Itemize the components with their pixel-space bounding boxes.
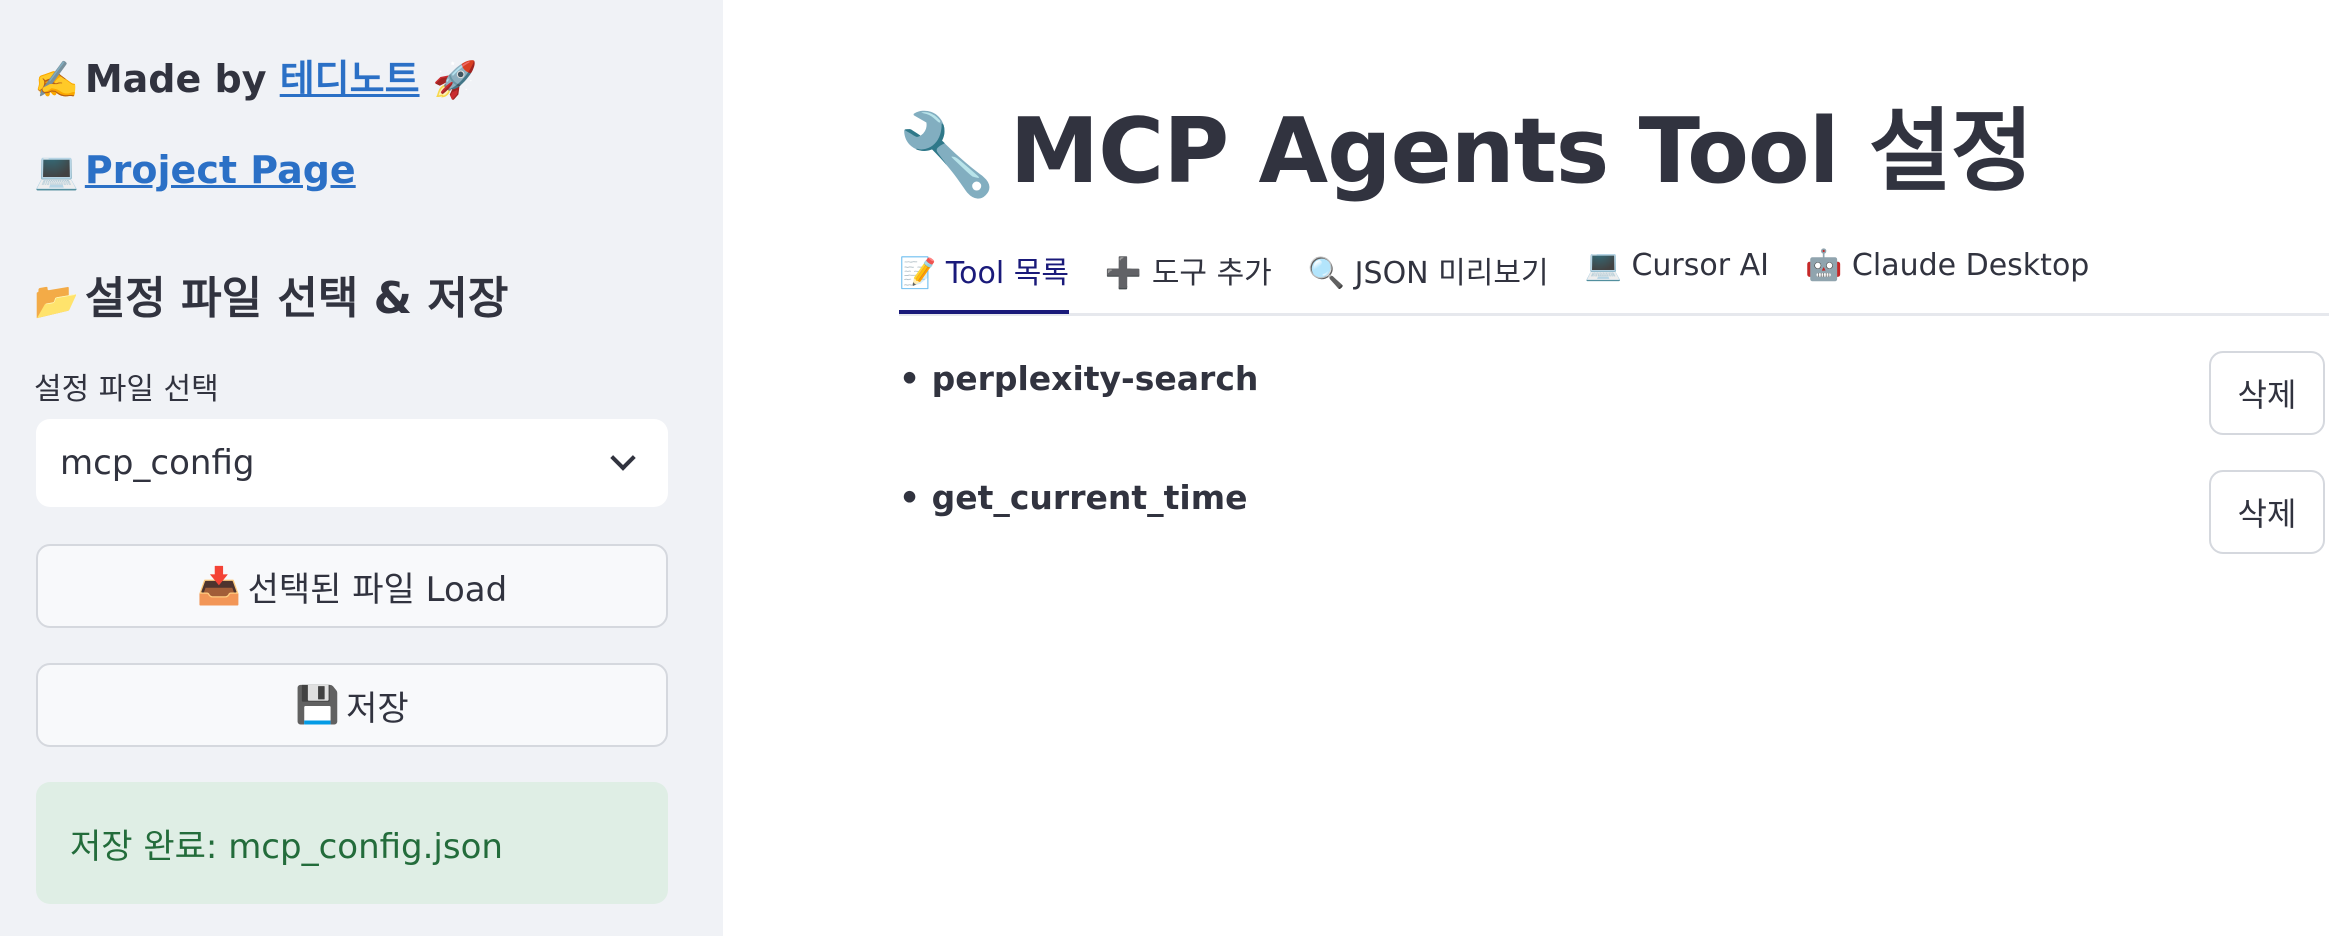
load-button-label: 선택된 파일 Load bbox=[247, 569, 508, 610]
tab-label: Claude Desktop bbox=[1851, 248, 2090, 283]
robot-icon: 🤖 bbox=[1805, 248, 1843, 283]
page-title-text: MCP Agents Tool 설정 bbox=[1009, 99, 2034, 204]
tool-row: • get_current_time 삭제 bbox=[899, 470, 2325, 554]
memo-icon: 📝 bbox=[899, 256, 937, 291]
tab-claude-desktop[interactable]: 🤖 Claude Desktop bbox=[1805, 244, 2089, 309]
folder-icon: 📂 bbox=[34, 281, 79, 322]
plus-icon: ➕ bbox=[1104, 256, 1143, 291]
tab-label: Tool 목록 bbox=[945, 256, 1069, 291]
magnifier-icon: 🔍 bbox=[1307, 256, 1346, 291]
config-select-label: 설정 파일 선택 bbox=[34, 372, 219, 407]
delete-tool-button[interactable]: 삭제 bbox=[2209, 470, 2325, 554]
sidebar-heading-text: 설정 파일 선택 & 저장 bbox=[84, 273, 509, 324]
laptop-icon: 💻 bbox=[1584, 248, 1622, 283]
tab-label: Cursor AI bbox=[1631, 248, 1769, 283]
project-page-link[interactable]: Project Page bbox=[85, 148, 356, 192]
tab-add-tool[interactable]: ➕ 도구 추가 bbox=[1105, 244, 1272, 309]
credit-line: ✍️ Made by 테디노트 🚀 bbox=[34, 48, 484, 103]
save-button[interactable]: 💾 저장 bbox=[36, 663, 668, 747]
save-success-alert: 저장 완료: mcp_config.json bbox=[36, 782, 668, 904]
config-select-value: mcp_config bbox=[60, 443, 255, 483]
save-status-text: 저장 완료: mcp_config.json bbox=[70, 826, 503, 867]
save-button-label: 저장 bbox=[346, 688, 409, 729]
chevron-down-icon bbox=[610, 445, 636, 471]
page-title: 🔧 MCP Agents Tool 설정 bbox=[897, 78, 2034, 208]
delete-tool-button[interactable]: 삭제 bbox=[2209, 351, 2325, 435]
inbox-tray-icon: 📥 bbox=[196, 566, 242, 607]
load-file-button[interactable]: 📥 선택된 파일 Load bbox=[36, 544, 668, 628]
writing-hand-icon: ✍️ bbox=[34, 60, 79, 101]
tab-cursor-ai[interactable]: 💻 Cursor AI bbox=[1585, 244, 1769, 309]
project-line: 💻 Project Page bbox=[34, 148, 356, 192]
sidebar-heading: 📂 설정 파일 선택 & 저장 bbox=[34, 262, 508, 326]
tab-label: 도구 추가 bbox=[1151, 256, 1272, 291]
tool-name: • get_current_time bbox=[899, 478, 1248, 517]
laptop-icon: 💻 bbox=[34, 151, 79, 192]
author-link[interactable]: 테디노트 bbox=[280, 57, 420, 101]
rocket-icon: 🚀 bbox=[432, 60, 478, 101]
floppy-disk-icon: 💾 bbox=[295, 685, 341, 726]
tab-label: JSON 미리보기 bbox=[1354, 256, 1549, 291]
tool-name: • perplexity-search bbox=[899, 359, 1259, 398]
tab-bar: 📝 Tool 목록 ➕ 도구 추가 🔍 JSON 미리보기 💻 Cursor A… bbox=[899, 244, 2329, 316]
main-content: 🔧 MCP Agents Tool 설정 📝 Tool 목록 ➕ 도구 추가 🔍 … bbox=[723, 0, 2346, 936]
wrench-icon: 🔧 bbox=[897, 108, 997, 201]
credit-prefix: Made by bbox=[84, 57, 267, 101]
sidebar: ✍️ Made by 테디노트 🚀 💻 Project Page 📂 설정 파일 선택… bbox=[0, 0, 723, 936]
config-file-select[interactable]: mcp_config bbox=[36, 419, 668, 507]
tab-tool-list[interactable]: 📝 Tool 목록 bbox=[899, 244, 1069, 314]
tool-row: • perplexity-search 삭제 bbox=[899, 351, 2325, 435]
tab-json-preview[interactable]: 🔍 JSON 미리보기 bbox=[1308, 244, 1549, 309]
